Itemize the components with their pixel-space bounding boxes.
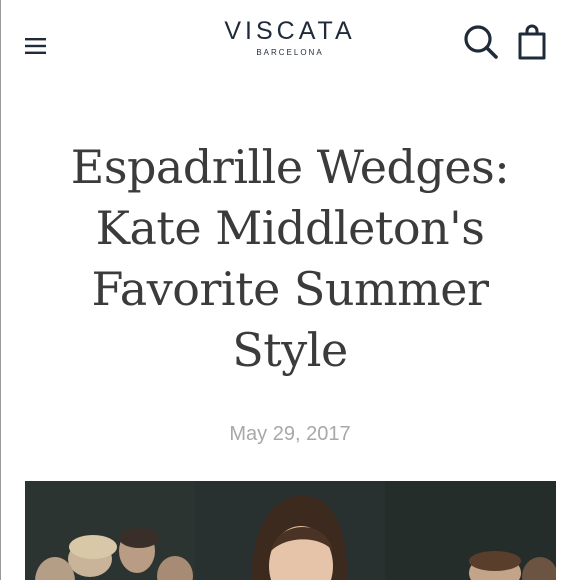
- hero-photo: [25, 481, 556, 580]
- title-line: Espadrille Wedges:: [70, 140, 510, 194]
- shopping-bag-icon: [518, 24, 546, 60]
- search-button[interactable]: [462, 23, 500, 61]
- site-header: VISCATA BARCELONA: [0, 0, 580, 95]
- article-title: Espadrille Wedges: Kate Middleton's Favo…: [40, 137, 540, 381]
- menu-button[interactable]: [22, 33, 50, 59]
- title-line: Kate Middleton's: [95, 201, 485, 255]
- brand-logo[interactable]: VISCATA BARCELONA: [190, 16, 390, 59]
- article-date: May 29, 2017: [229, 423, 351, 445]
- hamburger-menu-icon: [25, 38, 46, 54]
- cart-button[interactable]: [516, 24, 548, 62]
- title-line: Style: [232, 323, 348, 377]
- search-icon: [464, 25, 498, 59]
- title-line: Favorite Summer: [91, 262, 489, 316]
- brand-name: VISCATA: [224, 17, 356, 45]
- hero-image: [25, 481, 556, 580]
- brand-subtitle: BARCELONA: [256, 48, 324, 57]
